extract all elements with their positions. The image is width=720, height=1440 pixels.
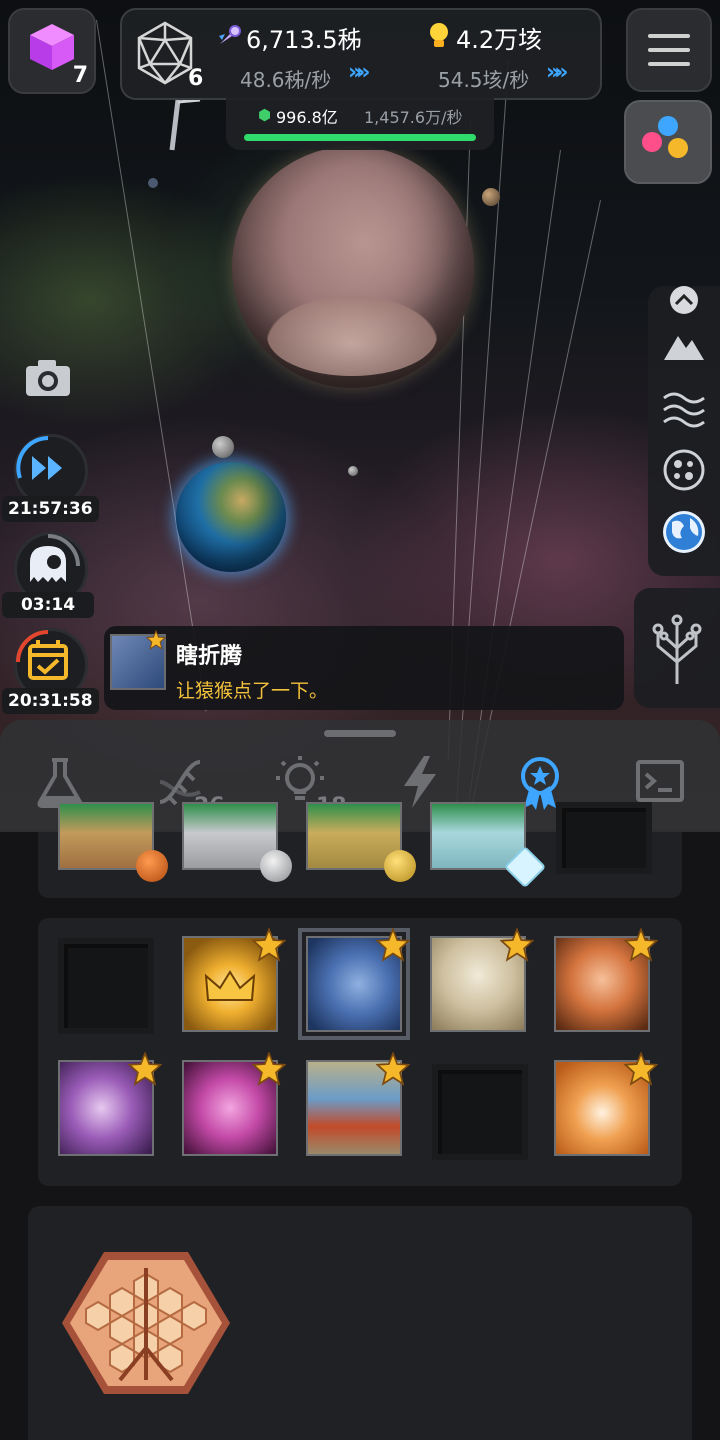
satellite-icon [169, 98, 201, 151]
large-planet[interactable] [232, 146, 474, 388]
gem-icon: ⬢ [258, 106, 272, 124]
view-rail [648, 286, 720, 576]
silver-medal-icon [260, 850, 292, 882]
star-icon [252, 928, 286, 962]
resource1-rate: 48.6秭/秒 [240, 68, 332, 92]
star-icon [376, 1052, 410, 1086]
moon[interactable] [212, 436, 234, 458]
empty-slot [58, 938, 154, 1034]
calendar-timer: 20:31:58 [2, 688, 99, 714]
mountain-icon[interactable] [660, 322, 708, 370]
hexagon-telescope-icon[interactable] [60, 1248, 232, 1398]
achievement-dolphin[interactable] [182, 1052, 286, 1156]
rocket-icon [219, 25, 241, 44]
star-icon [376, 928, 410, 962]
medal-row-panel [38, 802, 682, 898]
silver-medal-card[interactable] [182, 802, 292, 882]
gold-medal-card[interactable] [306, 802, 416, 882]
palette-button[interactable] [624, 100, 712, 184]
cube-count: 7 [72, 63, 88, 88]
diamond-medal-card[interactable] [430, 802, 547, 889]
ghost-timer: 03:14 [2, 592, 94, 618]
resource2-value: 4.2万垓 [456, 26, 543, 54]
globe-icon[interactable] [660, 508, 708, 556]
icosahedron-icon [137, 21, 193, 85]
blue-dot-icon [658, 116, 678, 136]
achievement-philosopher[interactable] [430, 928, 534, 1032]
resource1-value: 6,713.5秭 [246, 26, 362, 54]
gem-panel: ⬢ 996.8亿 1,457.6万/秒 [226, 96, 494, 150]
fast-forward-icon [16, 436, 62, 480]
ghost-icon [30, 534, 80, 582]
gold-medal-icon [384, 850, 416, 882]
tree-button[interactable] [634, 588, 720, 708]
resource-panel[interactable]: 6 6,713.5秭 48.6秭/秒 »» 4.2万垓 54.5垓/秒 »» [120, 8, 602, 100]
achievement-grid [38, 918, 682, 1186]
small-moon[interactable] [482, 188, 500, 206]
bronze-medal-card[interactable] [58, 802, 168, 882]
waves-icon[interactable] [660, 384, 708, 432]
tree-icon [652, 614, 702, 684]
dice-count: 6 [188, 66, 204, 91]
camera-icon[interactable] [24, 358, 72, 398]
achievement-toast[interactable]: 瞎折腾 让猿猴点了一下。 [104, 626, 624, 710]
gem-rate: 1,457.6万/秒 [364, 108, 463, 127]
drawer-handle[interactable] [324, 730, 396, 737]
calendar-check-icon [16, 630, 68, 680]
cell-icon[interactable] [660, 446, 708, 494]
star-icon [146, 630, 166, 650]
star-icon [624, 1052, 658, 1086]
star-icon [252, 1052, 286, 1086]
resource2-rate: 54.5垓/秒 [438, 68, 530, 92]
star-icon [128, 1052, 162, 1086]
achievement-birds-fish[interactable] [306, 1052, 410, 1156]
empty-slot [556, 802, 652, 874]
cube-button[interactable]: 7 [8, 8, 96, 94]
gem-progress-fill [244, 134, 476, 141]
bronze-medal-icon [136, 850, 168, 882]
tiny-moon [348, 466, 358, 476]
achievement-shiba[interactable] [554, 1052, 658, 1156]
gem-progress-bar [244, 134, 476, 141]
star-icon [624, 928, 658, 962]
toast-title: 瞎折腾 [176, 644, 243, 669]
star-icon [500, 928, 534, 962]
achievement-explorer[interactable] [554, 928, 658, 1032]
yellow-dot-icon [668, 138, 688, 158]
achievement-ape-selected[interactable] [298, 928, 410, 1040]
fast-forward-icon: »» [348, 60, 371, 85]
pink-dot-icon [642, 132, 662, 152]
gem-value: 996.8亿 [276, 108, 338, 127]
lightbulb-icon [430, 23, 448, 47]
achievement-dragon[interactable] [58, 1052, 162, 1156]
menu-button[interactable] [626, 8, 712, 92]
empty-slot [432, 1064, 528, 1160]
distant-moon [148, 178, 158, 188]
cube-icon [30, 24, 74, 70]
toast-message: 让猿猴点了一下。 [176, 680, 329, 702]
achievement-crown[interactable] [182, 928, 286, 1032]
fast-forward-icon: »» [546, 60, 569, 85]
speed-timer: 21:57:36 [2, 496, 99, 522]
home-planet[interactable] [176, 462, 286, 572]
